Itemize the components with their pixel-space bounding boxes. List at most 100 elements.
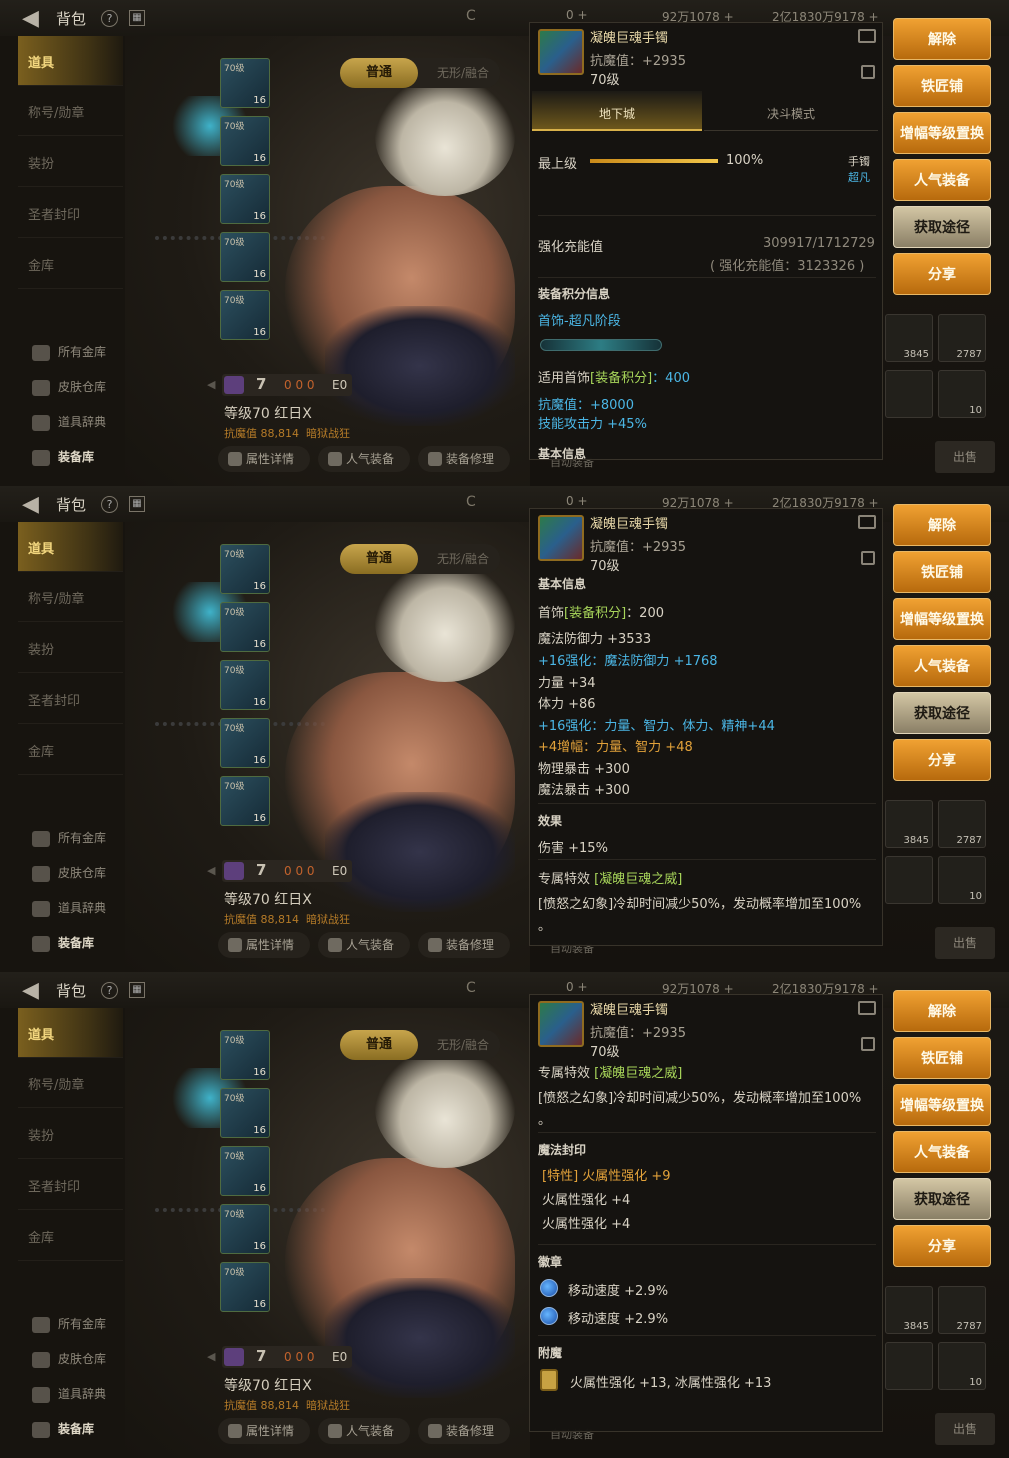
- sell-button[interactable]: 出售: [935, 927, 995, 959]
- tab-normal[interactable]: 普通: [340, 1030, 418, 1060]
- repair-button[interactable]: 装备修理: [418, 1418, 510, 1444]
- unequip-button[interactable]: 解除: [893, 18, 991, 60]
- tab-fuse[interactable]: 无形/融合: [426, 58, 500, 88]
- equip-slot[interactable]: 70级 16: [220, 718, 270, 768]
- sidebar-sub-dictionary[interactable]: 道具辞典: [32, 1385, 106, 1403]
- lock-icon[interactable]: [861, 551, 875, 565]
- share-icon[interactable]: [858, 29, 876, 43]
- sidebar-item-items[interactable]: 道具: [18, 522, 123, 572]
- sidebar-sub-equip-library[interactable]: 装备库: [32, 934, 94, 952]
- inventory-slot[interactable]: 2787: [938, 800, 986, 848]
- sidebar-sub-all-vaults[interactable]: 所有金库: [32, 1315, 106, 1333]
- prev-arrow-icon[interactable]: ◀: [207, 1350, 215, 1363]
- equip-slot[interactable]: 70级 16: [220, 660, 270, 710]
- amplify-swap-button[interactable]: 增幅等级置换: [893, 112, 991, 154]
- sidebar-item-costume[interactable]: 装扮: [18, 623, 123, 673]
- inventory-slot[interactable]: 10: [938, 856, 986, 904]
- sidebar-sub-skins[interactable]: 皮肤仓库: [32, 864, 106, 882]
- lock-icon[interactable]: [861, 65, 875, 79]
- blacksmith-button[interactable]: 铁匠铺: [893, 1037, 991, 1079]
- popular-equip-right-button[interactable]: 人气装备: [893, 159, 991, 201]
- sidebar-item-costume[interactable]: 装扮: [18, 137, 123, 187]
- repair-button[interactable]: 装备修理: [418, 932, 510, 958]
- attr-detail-button[interactable]: 属性详情: [218, 932, 310, 958]
- sidebar-item-titles[interactable]: 称号/勋章: [18, 86, 123, 136]
- popular-equip-button[interactable]: 人气装备: [318, 1418, 410, 1444]
- sidebar-item-costume[interactable]: 装扮: [18, 1109, 123, 1159]
- unequip-button[interactable]: 解除: [893, 990, 991, 1032]
- tab-dungeon[interactable]: 地下城: [532, 91, 702, 131]
- attr-detail-button[interactable]: 属性详情: [218, 446, 310, 472]
- popular-equip-button[interactable]: 人气装备: [318, 446, 410, 472]
- sell-button[interactable]: 出售: [935, 441, 995, 473]
- tab-fuse[interactable]: 无形/融合: [426, 1030, 500, 1060]
- acquire-route-button[interactable]: 获取途径: [893, 1178, 991, 1220]
- equip-slot[interactable]: 70级 16: [220, 1204, 270, 1254]
- sidebar-item-items[interactable]: 道具: [18, 1008, 123, 1058]
- blacksmith-button[interactable]: 铁匠铺: [893, 65, 991, 107]
- calendar-icon[interactable]: ▦: [129, 496, 145, 512]
- equip-slot[interactable]: 70级 16: [220, 1146, 270, 1196]
- inventory-slot[interactable]: 3845: [885, 800, 933, 848]
- lock-icon[interactable]: [861, 1037, 875, 1051]
- equip-slot[interactable]: 70级 16: [220, 1262, 270, 1312]
- back-arrow-icon[interactable]: ◀: [22, 492, 39, 517]
- inventory-slot[interactable]: 2787: [938, 314, 986, 362]
- tab-normal[interactable]: 普通: [340, 58, 418, 88]
- sidebar-item-items[interactable]: 道具: [18, 36, 123, 86]
- equip-slot[interactable]: 70级 16: [220, 174, 270, 224]
- popular-equip-right-button[interactable]: 人气装备: [893, 645, 991, 687]
- share-button[interactable]: 分享: [893, 1225, 991, 1267]
- sidebar-sub-equip-library[interactable]: 装备库: [32, 448, 94, 466]
- acquire-route-button[interactable]: 获取途径: [893, 692, 991, 734]
- inventory-slot[interactable]: 3845: [885, 314, 933, 362]
- acquire-route-button[interactable]: 获取途径: [893, 206, 991, 248]
- blacksmith-button[interactable]: 铁匠铺: [893, 551, 991, 593]
- help-icon[interactable]: ?: [101, 982, 118, 999]
- sidebar-item-vault[interactable]: 金库: [18, 1211, 123, 1261]
- share-icon[interactable]: [858, 1001, 876, 1015]
- sidebar-sub-skins[interactable]: 皮肤仓库: [32, 378, 106, 396]
- equip-slot[interactable]: 70级 16: [220, 776, 270, 826]
- inventory-slot[interactable]: 10: [938, 370, 986, 418]
- amplify-swap-button[interactable]: 增幅等级置换: [893, 598, 991, 640]
- amplify-swap-button[interactable]: 增幅等级置换: [893, 1084, 991, 1126]
- calendar-icon[interactable]: ▦: [129, 10, 145, 26]
- inventory-slot[interactable]: 10: [938, 1342, 986, 1390]
- sidebar-item-vault[interactable]: 金库: [18, 239, 123, 289]
- inventory-slot[interactable]: 3845: [885, 1286, 933, 1334]
- prev-arrow-icon[interactable]: ◀: [207, 864, 215, 877]
- sidebar-sub-skins[interactable]: 皮肤仓库: [32, 1350, 106, 1368]
- sidebar-item-titles[interactable]: 称号/勋章: [18, 572, 123, 622]
- calendar-icon[interactable]: ▦: [129, 982, 145, 998]
- sidebar-sub-all-vaults[interactable]: 所有金库: [32, 343, 106, 361]
- equip-slot[interactable]: 70级 16: [220, 116, 270, 166]
- repair-button[interactable]: 装备修理: [418, 446, 510, 472]
- popular-equip-button[interactable]: 人气装备: [318, 932, 410, 958]
- attr-detail-button[interactable]: 属性详情: [218, 1418, 310, 1444]
- share-icon[interactable]: [858, 515, 876, 529]
- tab-normal[interactable]: 普通: [340, 544, 418, 574]
- sidebar-sub-dictionary[interactable]: 道具辞典: [32, 899, 106, 917]
- equip-slot[interactable]: 70级 16: [220, 1088, 270, 1138]
- equip-slot[interactable]: 70级 16: [220, 290, 270, 340]
- prev-arrow-icon[interactable]: ◀: [207, 378, 215, 391]
- equip-slot[interactable]: 70级 16: [220, 544, 270, 594]
- tab-duel[interactable]: 决斗模式: [704, 91, 878, 131]
- equip-slot[interactable]: 70级 16: [220, 602, 270, 652]
- sidebar-item-vault[interactable]: 金库: [18, 725, 123, 775]
- popular-equip-right-button[interactable]: 人气装备: [893, 1131, 991, 1173]
- sidebar-item-seal[interactable]: 圣者封印: [18, 1160, 123, 1210]
- help-icon[interactable]: ?: [101, 10, 118, 27]
- sidebar-sub-all-vaults[interactable]: 所有金库: [32, 829, 106, 847]
- equip-slot[interactable]: 70级 16: [220, 1030, 270, 1080]
- help-icon[interactable]: ?: [101, 496, 118, 513]
- sidebar-item-seal[interactable]: 圣者封印: [18, 188, 123, 238]
- share-button[interactable]: 分享: [893, 739, 991, 781]
- back-arrow-icon[interactable]: ◀: [22, 978, 39, 1003]
- inventory-slot[interactable]: [885, 856, 933, 904]
- sell-button[interactable]: 出售: [935, 1413, 995, 1445]
- sidebar-item-seal[interactable]: 圣者封印: [18, 674, 123, 724]
- inventory-slot[interactable]: 2787: [938, 1286, 986, 1334]
- sidebar-item-titles[interactable]: 称号/勋章: [18, 1058, 123, 1108]
